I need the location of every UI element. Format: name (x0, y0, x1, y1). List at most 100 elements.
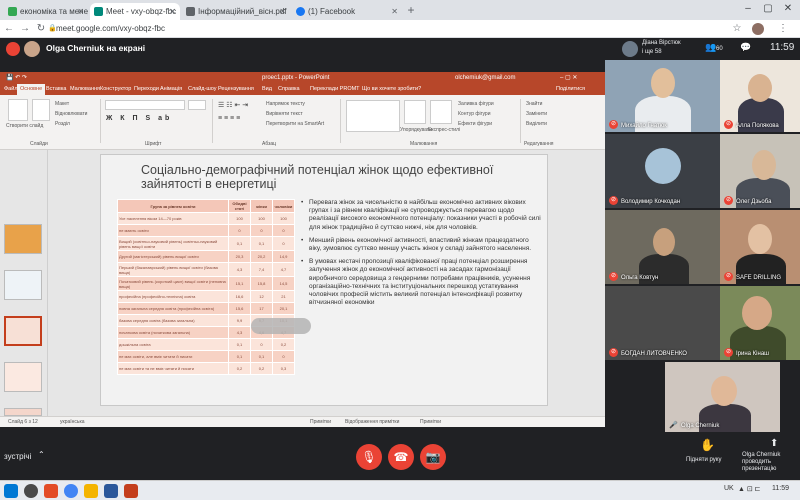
ppt-tab-review[interactable]: Рецензування (218, 84, 254, 95)
participant-tile[interactable]: ⊘ Михайло Гнатюк (605, 60, 720, 132)
shape-fill-button[interactable]: Заливка фігури (458, 101, 494, 107)
align-text-button[interactable]: Вирівняти текст (266, 111, 303, 117)
powerpoint-icon[interactable] (124, 484, 138, 498)
slide-thumbnail[interactable] (4, 270, 42, 300)
ppt-share-button[interactable]: Поділитися (556, 84, 585, 95)
shape-effects-button[interactable]: Ефекти фігури (458, 121, 492, 127)
slide-thumbnail-selected[interactable] (4, 316, 42, 346)
tab-close-icon[interactable]: ✕ (77, 3, 84, 20)
reset-button[interactable]: Відновлювати (55, 111, 87, 117)
ppt-tab-insert[interactable]: Вставка (46, 84, 66, 95)
ppt-tab-draw[interactable]: Малювання (70, 84, 100, 95)
layout-button[interactable]: Макет (55, 101, 69, 107)
table-cell-value: 4,3 (228, 326, 251, 339)
shapes-gallery[interactable] (346, 100, 400, 132)
ppt-tab-help[interactable]: Справка (278, 84, 300, 95)
tab-close-icon[interactable]: ✕ (391, 3, 398, 20)
replace-button[interactable]: Замінити (526, 111, 547, 117)
section-button[interactable]: Розділ (55, 121, 70, 127)
language-indicator[interactable]: UK (724, 485, 734, 492)
folder-icon[interactable] (84, 484, 98, 498)
chevron-up-icon[interactable]: ⌃ (38, 450, 45, 459)
participant-tile-presenter[interactable]: 🎤 Olga Cherniuk (665, 362, 780, 432)
url-field[interactable]: meet.google.com/vxy-obqz-fbc (56, 22, 706, 36)
bullet-item: Менший рівень економічної активності, вл… (301, 237, 541, 253)
table-row: професійна (професійно-технічна) освіта 1… (117, 290, 295, 303)
ppt-ribbon: Створити слайд Макет Відновлювати Розділ… (0, 95, 605, 150)
find-button[interactable]: Знайти (526, 101, 542, 107)
participant-tile[interactable]: ⊘ Олег Дзьоба (720, 134, 800, 208)
people-icon[interactable]: 👥 (705, 42, 716, 53)
ppt-tab-file[interactable]: Файл (4, 84, 18, 95)
notes-button[interactable]: Примітки (310, 417, 331, 428)
participant-tile[interactable]: ⊘ SAFE DRILLING (720, 210, 800, 284)
present-icon[interactable]: ⬆ (770, 438, 778, 449)
participant-tile[interactable]: ⊘ Ольга Ковтун (605, 210, 720, 284)
bullet-list: Перевага жінок за чисельністю в найбільш… (301, 199, 541, 312)
browser-tab[interactable]: (1) Facebook ✕ (292, 3, 402, 20)
star-icon[interactable]: ☆ (730, 22, 744, 36)
participant-tile[interactable]: ⊘ БОГДАН ЛИТОВЧЕНКО (605, 286, 720, 360)
meeting-details-label[interactable]: зустрічі (4, 452, 31, 461)
search-icon[interactable] (24, 484, 38, 498)
raise-hand-icon[interactable]: ✋ (700, 438, 715, 452)
list-buttons[interactable]: ☰ ☷ ⇤ ⇥ (218, 101, 248, 109)
chrome-icon[interactable] (64, 484, 78, 498)
font-name-select[interactable] (105, 100, 185, 110)
mic-toggle-button[interactable]: 🎙 (356, 444, 382, 470)
forward-icon[interactable]: → (18, 22, 32, 36)
select-button[interactable]: Виділити (526, 121, 547, 127)
word-icon[interactable] (104, 484, 118, 498)
maximize-button[interactable]: ▢ (760, 2, 776, 16)
zoom-label[interactable]: Примітки (420, 417, 441, 428)
ppt-tell-me[interactable]: Що ви хочете зробити? (362, 84, 421, 95)
slide-thumbnail[interactable] (4, 224, 42, 254)
new-slide-icon[interactable] (32, 99, 50, 121)
paste-icon[interactable] (8, 99, 28, 121)
participant-tile[interactable]: ⊘ Ірина Кінаш (720, 286, 800, 360)
close-window-button[interactable]: ✕ (780, 2, 796, 16)
comments-button[interactable]: Відображення примітки (345, 417, 399, 428)
reload-icon[interactable]: ↻ (34, 22, 48, 36)
font-format-buttons[interactable]: Ж К П S ab (106, 115, 172, 122)
shape-outline-button[interactable]: Контур фігури (458, 111, 490, 117)
profile-avatar[interactable] (752, 23, 764, 35)
chat-icon[interactable]: 💬 (740, 42, 751, 53)
participant-tile[interactable]: ⊘ Алла Полякова (720, 60, 800, 132)
participant-name: Olga Cherniuk (681, 423, 720, 429)
menu-icon[interactable]: ⋮ (776, 22, 790, 36)
app-icon[interactable] (44, 484, 58, 498)
camera-toggle-button[interactable]: 📷 (420, 444, 446, 470)
quick-styles-icon[interactable] (430, 100, 452, 124)
tab-close-icon[interactable]: ✕ (169, 3, 176, 20)
ppt-tab-slideshow[interactable]: Слайд-шоу (188, 84, 217, 95)
ppt-tab-design[interactable]: Конструктор (100, 84, 131, 95)
ppt-window-controls[interactable]: – ▢ ✕ (560, 72, 577, 84)
participant-tile[interactable]: ⊘ Володимир Кочкодан (605, 134, 720, 208)
browser-tab-active[interactable]: Meet - vxy-obqz-fbc ✕ (90, 3, 180, 20)
slide-thumbnail[interactable] (4, 408, 42, 416)
arrange-icon[interactable] (404, 100, 426, 124)
hangup-button[interactable]: ☎ (388, 444, 414, 470)
smartart-button[interactable]: Перетворити на SmartArt (266, 121, 324, 127)
minimize-button[interactable]: – (740, 2, 756, 16)
ppt-tab-transitions[interactable]: Переходи (134, 84, 159, 95)
start-icon[interactable] (4, 484, 18, 498)
browser-tab[interactable]: економіка та менедж… ✕ (4, 3, 88, 20)
ppt-tab-home[interactable]: Основне (17, 84, 46, 95)
browser-tab[interactable]: Інформаційний_вісн.pdf ✕ (182, 3, 290, 20)
back-icon[interactable]: ← (2, 22, 16, 36)
ppt-tab-animations[interactable]: Анімація (160, 84, 182, 95)
tray-icons[interactable]: ▲ ⊡ ⊏ (738, 485, 761, 493)
table-row: Другий (магістерський) рівень вищої осві… (117, 250, 295, 263)
font-size-select[interactable] (188, 100, 206, 110)
new-tab-button[interactable]: + (404, 3, 418, 17)
table-cell-group: повна загальна середня освіта (професійн… (117, 302, 229, 315)
ppt-tab-promt[interactable]: Переклади PROMT (310, 84, 360, 95)
text-direction-button[interactable]: Напрямок тексту (266, 101, 305, 107)
slide-thumbnail[interactable] (4, 362, 42, 392)
tab-close-icon[interactable]: ✕ (279, 3, 286, 20)
align-buttons[interactable]: ≡ ≡ ≡ ≡ (218, 115, 240, 122)
presenter-hover-controls[interactable] (251, 318, 311, 334)
ppt-tab-view[interactable]: Вид (262, 84, 272, 95)
